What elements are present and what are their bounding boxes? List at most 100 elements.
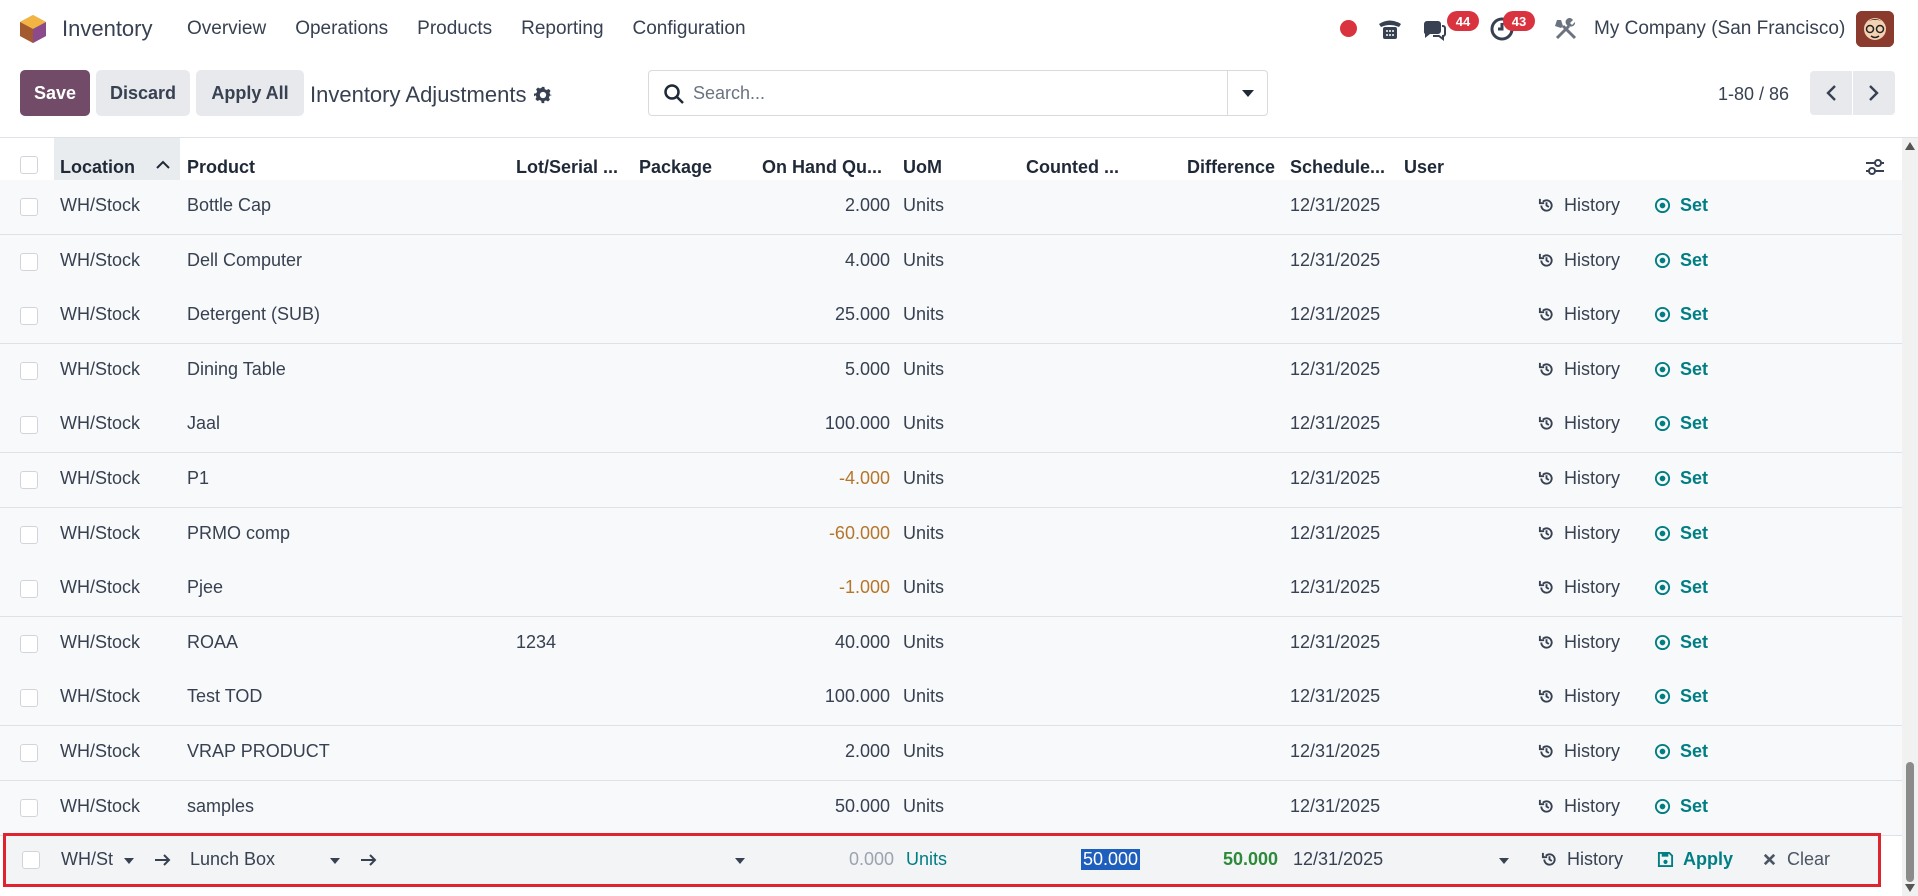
scheduled-date-cell[interactable]: 12/31/2025 xyxy=(1290,413,1380,434)
set-button[interactable]: Set xyxy=(1654,577,1708,598)
product-cell[interactable]: Pjee xyxy=(187,577,223,598)
header-counted-quantity[interactable]: Counted ... xyxy=(1026,157,1119,178)
history-button[interactable]: History xyxy=(1538,686,1620,707)
location-cell[interactable]: WH/Stock xyxy=(60,250,140,271)
package-caret-down-icon[interactable] xyxy=(735,858,745,864)
set-button[interactable]: Set xyxy=(1654,632,1708,653)
product-cell[interactable]: ROAA xyxy=(187,632,238,653)
scheduled-date-cell[interactable]: 12/31/2025 xyxy=(1290,796,1380,817)
gear-icon[interactable] xyxy=(534,86,553,104)
product-internal-link-icon[interactable] xyxy=(360,853,378,867)
product-caret-down-icon[interactable] xyxy=(330,858,340,864)
location-cell[interactable]: WH/Stock xyxy=(60,577,140,598)
location-cell[interactable]: WH/Stock xyxy=(60,359,140,380)
scheduled-date-cell[interactable]: 12/31/2025 xyxy=(1290,304,1380,325)
product-cell[interactable]: VRAP PRODUCT xyxy=(187,741,330,762)
location-internal-link-icon[interactable] xyxy=(154,853,172,867)
scheduled-date-cell[interactable]: 12/31/2025 xyxy=(1290,250,1380,271)
location-cell[interactable]: WH/Stock xyxy=(60,686,140,707)
scheduled-date-cell[interactable]: 12/31/2025 xyxy=(1290,577,1380,598)
messages-icon[interactable] xyxy=(1420,15,1448,43)
scheduled-date-cell[interactable]: 12/31/2025 xyxy=(1290,632,1380,653)
scheduled-date-cell[interactable]: 12/31/2025 xyxy=(1290,195,1380,216)
set-button[interactable]: Set xyxy=(1654,413,1708,434)
header-difference[interactable]: Difference xyxy=(1187,157,1275,178)
table-row[interactable]: WH/Stock Bottle Cap 2.000 Units 12/31/2025 Hi… xyxy=(0,180,1902,235)
history-button[interactable]: History xyxy=(1538,632,1620,653)
location-cell[interactable]: WH/Stock xyxy=(60,741,140,762)
location-cell[interactable]: WH/Stock xyxy=(60,413,140,434)
product-cell[interactable]: P1 xyxy=(187,468,209,489)
discard-button[interactable]: Discard xyxy=(96,70,190,116)
history-button[interactable]: History xyxy=(1538,468,1620,489)
history-button[interactable]: History xyxy=(1541,849,1623,870)
set-button[interactable]: Set xyxy=(1654,523,1708,544)
set-button[interactable]: Set xyxy=(1654,468,1708,489)
header-uom[interactable]: UoM xyxy=(903,157,942,178)
debug-tools-icon[interactable] xyxy=(1552,15,1580,43)
menu-configuration[interactable]: Configuration xyxy=(633,18,746,40)
history-button[interactable]: History xyxy=(1538,796,1620,817)
history-button[interactable]: History xyxy=(1538,577,1620,598)
scheduled-date-cell[interactable]: 12/31/2025 xyxy=(1290,686,1380,707)
row-checkbox[interactable] xyxy=(20,744,38,762)
search-options-toggle[interactable] xyxy=(1227,71,1267,115)
sort-ascending-icon[interactable] xyxy=(156,160,170,170)
row-checkbox[interactable] xyxy=(20,471,38,489)
history-button[interactable]: History xyxy=(1538,741,1620,762)
history-button[interactable]: History xyxy=(1538,250,1620,271)
scroll-down-arrow-icon[interactable] xyxy=(1905,884,1915,892)
location-cell[interactable]: WH/Stock xyxy=(60,632,140,653)
table-row[interactable]: WH/Stock Test TOD 100.000 Units 12/31/2025 Hi… xyxy=(0,671,1902,727)
location-field[interactable]: WH/St xyxy=(61,849,113,870)
history-button[interactable]: History xyxy=(1538,304,1620,325)
table-row-editing[interactable]: WH/St Lunch Box 0.000 Units 50.000 50.00… xyxy=(3,833,1881,887)
table-row[interactable]: WH/Stock P1 -4.000 Units 12/31/2025 History Se… xyxy=(0,453,1902,508)
row-checkbox[interactable] xyxy=(20,361,38,380)
product-cell[interactable]: Dining Table xyxy=(187,359,286,380)
table-row[interactable]: WH/Stock ROAA 1234 40.000 Units 12/31/2025 His… xyxy=(0,616,1902,672)
menu-overview[interactable]: Overview xyxy=(187,18,266,40)
row-checkbox[interactable] xyxy=(20,689,38,708)
row-checkbox[interactable] xyxy=(20,307,38,326)
product-cell[interactable]: Jaal xyxy=(187,413,220,434)
product-cell[interactable]: Detergent (SUB) xyxy=(187,304,320,325)
menu-operations[interactable]: Operations xyxy=(295,18,388,40)
app-title[interactable]: Inventory xyxy=(62,16,153,42)
set-button[interactable]: Set xyxy=(1654,796,1708,817)
table-row[interactable]: WH/Stock Detergent (SUB) 25.000 Units 12/31/… xyxy=(0,289,1902,345)
recording-indicator-icon[interactable] xyxy=(1340,20,1357,37)
table-row[interactable]: WH/Stock Dining Table 5.000 Units 12/31/2025… xyxy=(0,343,1902,399)
set-button[interactable]: Set xyxy=(1654,250,1708,271)
row-checkbox[interactable] xyxy=(20,798,38,817)
product-field[interactable]: Lunch Box xyxy=(190,849,275,870)
location-cell[interactable]: WH/Stock xyxy=(60,468,140,489)
scheduled-date-cell[interactable]: 12/31/2025 xyxy=(1290,741,1380,762)
row-checkbox[interactable] xyxy=(20,580,38,599)
product-cell[interactable]: samples xyxy=(187,796,254,817)
counted-quantity-input[interactable]: 50.000 xyxy=(1081,849,1141,870)
select-all-checkbox[interactable] xyxy=(20,156,38,174)
row-checkbox[interactable] xyxy=(22,851,40,869)
row-checkbox[interactable] xyxy=(20,252,38,271)
row-checkbox[interactable] xyxy=(20,198,38,216)
history-button[interactable]: History xyxy=(1538,359,1620,380)
set-button[interactable]: Set xyxy=(1654,686,1708,707)
history-button[interactable]: History xyxy=(1538,413,1620,434)
header-location[interactable]: Location xyxy=(60,157,135,178)
table-row[interactable]: WH/Stock samples 50.000 Units 12/31/2025 Hist… xyxy=(0,780,1902,836)
scheduled-date-cell[interactable]: 12/31/2025 xyxy=(1290,359,1380,380)
header-lot-serial[interactable]: Lot/Serial ... xyxy=(516,157,618,178)
pager-previous-button[interactable] xyxy=(1810,71,1852,115)
phone-icon[interactable] xyxy=(1376,15,1404,43)
row-checkbox[interactable] xyxy=(20,634,38,653)
table-row[interactable]: WH/Stock Dell Computer 4.000 Units 12/31/202… xyxy=(0,234,1902,290)
product-cell[interactable]: Test TOD xyxy=(187,686,262,707)
product-cell[interactable]: Dell Computer xyxy=(187,250,302,271)
inventory-logo-icon[interactable] xyxy=(19,14,47,44)
set-button[interactable]: Set xyxy=(1654,195,1708,216)
location-cell[interactable]: WH/Stock xyxy=(60,523,140,544)
product-cell[interactable]: Bottle Cap xyxy=(187,195,271,216)
row-checkbox[interactable] xyxy=(20,525,38,544)
table-row[interactable]: WH/Stock Pjee -1.000 Units 12/31/2025 History… xyxy=(0,562,1902,618)
